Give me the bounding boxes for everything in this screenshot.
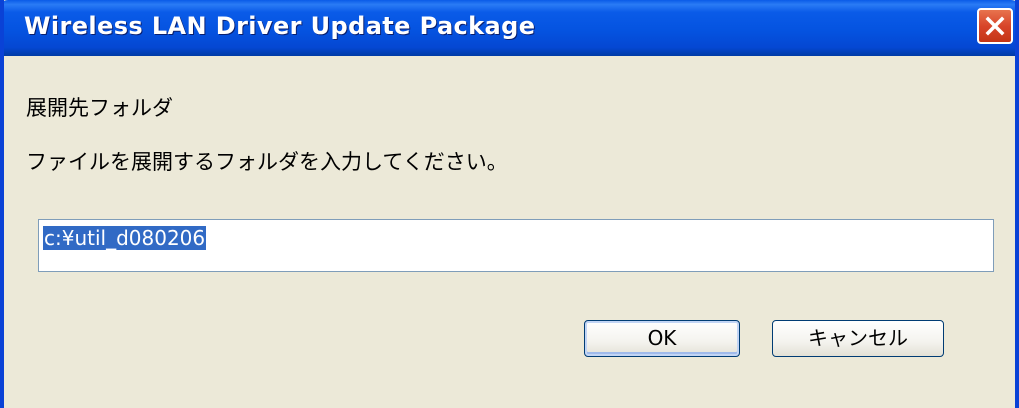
dialog-body: 展開先フォルダ ファイルを展開するフォルダを入力してください。 c:¥util_…	[4, 56, 1015, 408]
title-bar[interactable]: Wireless LAN Driver Update Package	[4, 0, 1015, 56]
close-button[interactable]	[977, 8, 1013, 44]
close-icon	[985, 16, 1005, 36]
cancel-button[interactable]: キャンセル	[772, 320, 944, 357]
folder-path-value[interactable]: c:¥util_d080206	[43, 226, 207, 250]
destination-folder-heading: 展開先フォルダ	[26, 96, 173, 120]
folder-path-input[interactable]: c:¥util_d080206	[38, 219, 994, 272]
window-title: Wireless LAN Driver Update Package	[24, 12, 536, 40]
instruction-text: ファイルを展開するフォルダを入力してください。	[26, 150, 508, 174]
dialog-window: Wireless LAN Driver Update Package 展開先フォ…	[0, 0, 1019, 408]
ok-button[interactable]: OK	[584, 320, 740, 357]
